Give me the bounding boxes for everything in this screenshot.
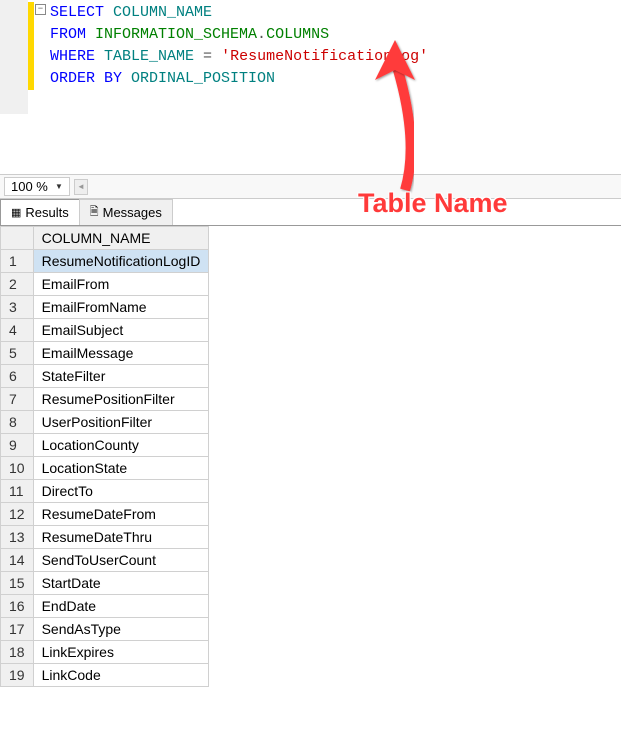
row-number[interactable]: 11	[1, 480, 34, 503]
table-row[interactable]: 6StateFilter	[1, 365, 209, 388]
messages-icon: 🗎	[90, 203, 99, 222]
table-row[interactable]: 5EmailMessage	[1, 342, 209, 365]
table-row[interactable]: 3EmailFromName	[1, 296, 209, 319]
table-row[interactable]: 16EndDate	[1, 595, 209, 618]
cell-value[interactable]: EmailFrom	[33, 273, 209, 296]
table-row[interactable]: 18LinkExpires	[1, 641, 209, 664]
cell-value[interactable]: LinkCode	[33, 664, 209, 687]
row-number[interactable]: 6	[1, 365, 34, 388]
table-row[interactable]: 4EmailSubject	[1, 319, 209, 342]
zoom-dropdown[interactable]: 100 % ▼	[4, 177, 70, 196]
table-row[interactable]: 2EmailFrom	[1, 273, 209, 296]
zoom-bar: 100 % ▼ ◄	[0, 174, 621, 199]
cell-value[interactable]: EndDate	[33, 595, 209, 618]
row-number[interactable]: 3	[1, 296, 34, 319]
cell-value[interactable]: StartDate	[33, 572, 209, 595]
table-row[interactable]: 13ResumeDateThru	[1, 526, 209, 549]
table-row[interactable]: 15StartDate	[1, 572, 209, 595]
tab-messages-label: Messages	[103, 205, 162, 220]
zoom-value: 100 %	[11, 179, 51, 194]
column-header[interactable]: COLUMN_NAME	[33, 227, 209, 250]
cell-value[interactable]: SendAsType	[33, 618, 209, 641]
row-number[interactable]: 16	[1, 595, 34, 618]
row-number[interactable]: 4	[1, 319, 34, 342]
row-number[interactable]: 18	[1, 641, 34, 664]
row-number[interactable]: 14	[1, 549, 34, 572]
row-number[interactable]: 17	[1, 618, 34, 641]
results-tabs: ▦ Results 🗎 Messages	[0, 199, 621, 226]
cell-value[interactable]: EmailMessage	[33, 342, 209, 365]
row-number[interactable]: 13	[1, 526, 34, 549]
editor-gutter	[0, 0, 28, 114]
tab-results-label: Results	[25, 205, 68, 220]
cell-value[interactable]: LinkExpires	[33, 641, 209, 664]
cell-value[interactable]: EmailSubject	[33, 319, 209, 342]
table-row[interactable]: 17SendAsType	[1, 618, 209, 641]
cell-value[interactable]: EmailFromName	[33, 296, 209, 319]
row-number[interactable]: 12	[1, 503, 34, 526]
table-row[interactable]: 19LinkCode	[1, 664, 209, 687]
table-row[interactable]: 7ResumePositionFilter	[1, 388, 209, 411]
table-row[interactable]: 8UserPositionFilter	[1, 411, 209, 434]
cell-value[interactable]: LocationCounty	[33, 434, 209, 457]
table-row[interactable]: 11DirectTo	[1, 480, 209, 503]
collapse-toggle[interactable]: −	[35, 4, 46, 15]
cell-value[interactable]: ResumeDateFrom	[33, 503, 209, 526]
code-line-2: FROM INFORMATION_SCHEMA.COLUMNS	[50, 24, 621, 46]
table-row[interactable]: 10LocationState	[1, 457, 209, 480]
table-row[interactable]: 12ResumeDateFrom	[1, 503, 209, 526]
tab-messages[interactable]: 🗎 Messages	[79, 199, 173, 225]
table-row[interactable]: 14SendToUserCount	[1, 549, 209, 572]
code-line-3: WHERE TABLE_NAME = 'ResumeNotificationLo…	[50, 46, 621, 68]
row-number[interactable]: 9	[1, 434, 34, 457]
row-number[interactable]: 15	[1, 572, 34, 595]
table-row[interactable]: 1ResumeNotificationLogID	[1, 250, 209, 273]
cell-value[interactable]: DirectTo	[33, 480, 209, 503]
cell-value[interactable]: StateFilter	[33, 365, 209, 388]
grid-corner[interactable]	[1, 227, 34, 250]
table-row[interactable]: 9LocationCounty	[1, 434, 209, 457]
row-number[interactable]: 7	[1, 388, 34, 411]
scroll-left-button[interactable]: ◄	[74, 179, 88, 195]
row-number[interactable]: 19	[1, 664, 34, 687]
code-line-4: ORDER BY ORDINAL_POSITION	[50, 68, 621, 90]
row-number[interactable]: 8	[1, 411, 34, 434]
cell-value[interactable]: SendToUserCount	[33, 549, 209, 572]
row-number[interactable]: 5	[1, 342, 34, 365]
sql-editor[interactable]: − SELECT COLUMN_NAME FROM INFORMATION_SC…	[0, 0, 621, 114]
cell-value[interactable]: ResumeDateThru	[33, 526, 209, 549]
row-number[interactable]: 2	[1, 273, 34, 296]
chevron-down-icon: ▼	[51, 182, 67, 191]
row-number[interactable]: 1	[1, 250, 34, 273]
cell-value[interactable]: LocationState	[33, 457, 209, 480]
cell-value[interactable]: UserPositionFilter	[33, 411, 209, 434]
results-grid[interactable]: COLUMN_NAME 1ResumeNotificationLogID2Ema…	[0, 226, 621, 687]
tab-results[interactable]: ▦ Results	[0, 199, 80, 225]
cell-value[interactable]: ResumePositionFilter	[33, 388, 209, 411]
code-line-1: SELECT COLUMN_NAME	[50, 2, 621, 24]
code-block[interactable]: SELECT COLUMN_NAME FROM INFORMATION_SCHE…	[0, 2, 621, 112]
grid-icon: ▦	[11, 206, 21, 219]
row-number[interactable]: 10	[1, 457, 34, 480]
change-marker	[28, 2, 34, 90]
cell-value[interactable]: ResumeNotificationLogID	[33, 250, 209, 273]
